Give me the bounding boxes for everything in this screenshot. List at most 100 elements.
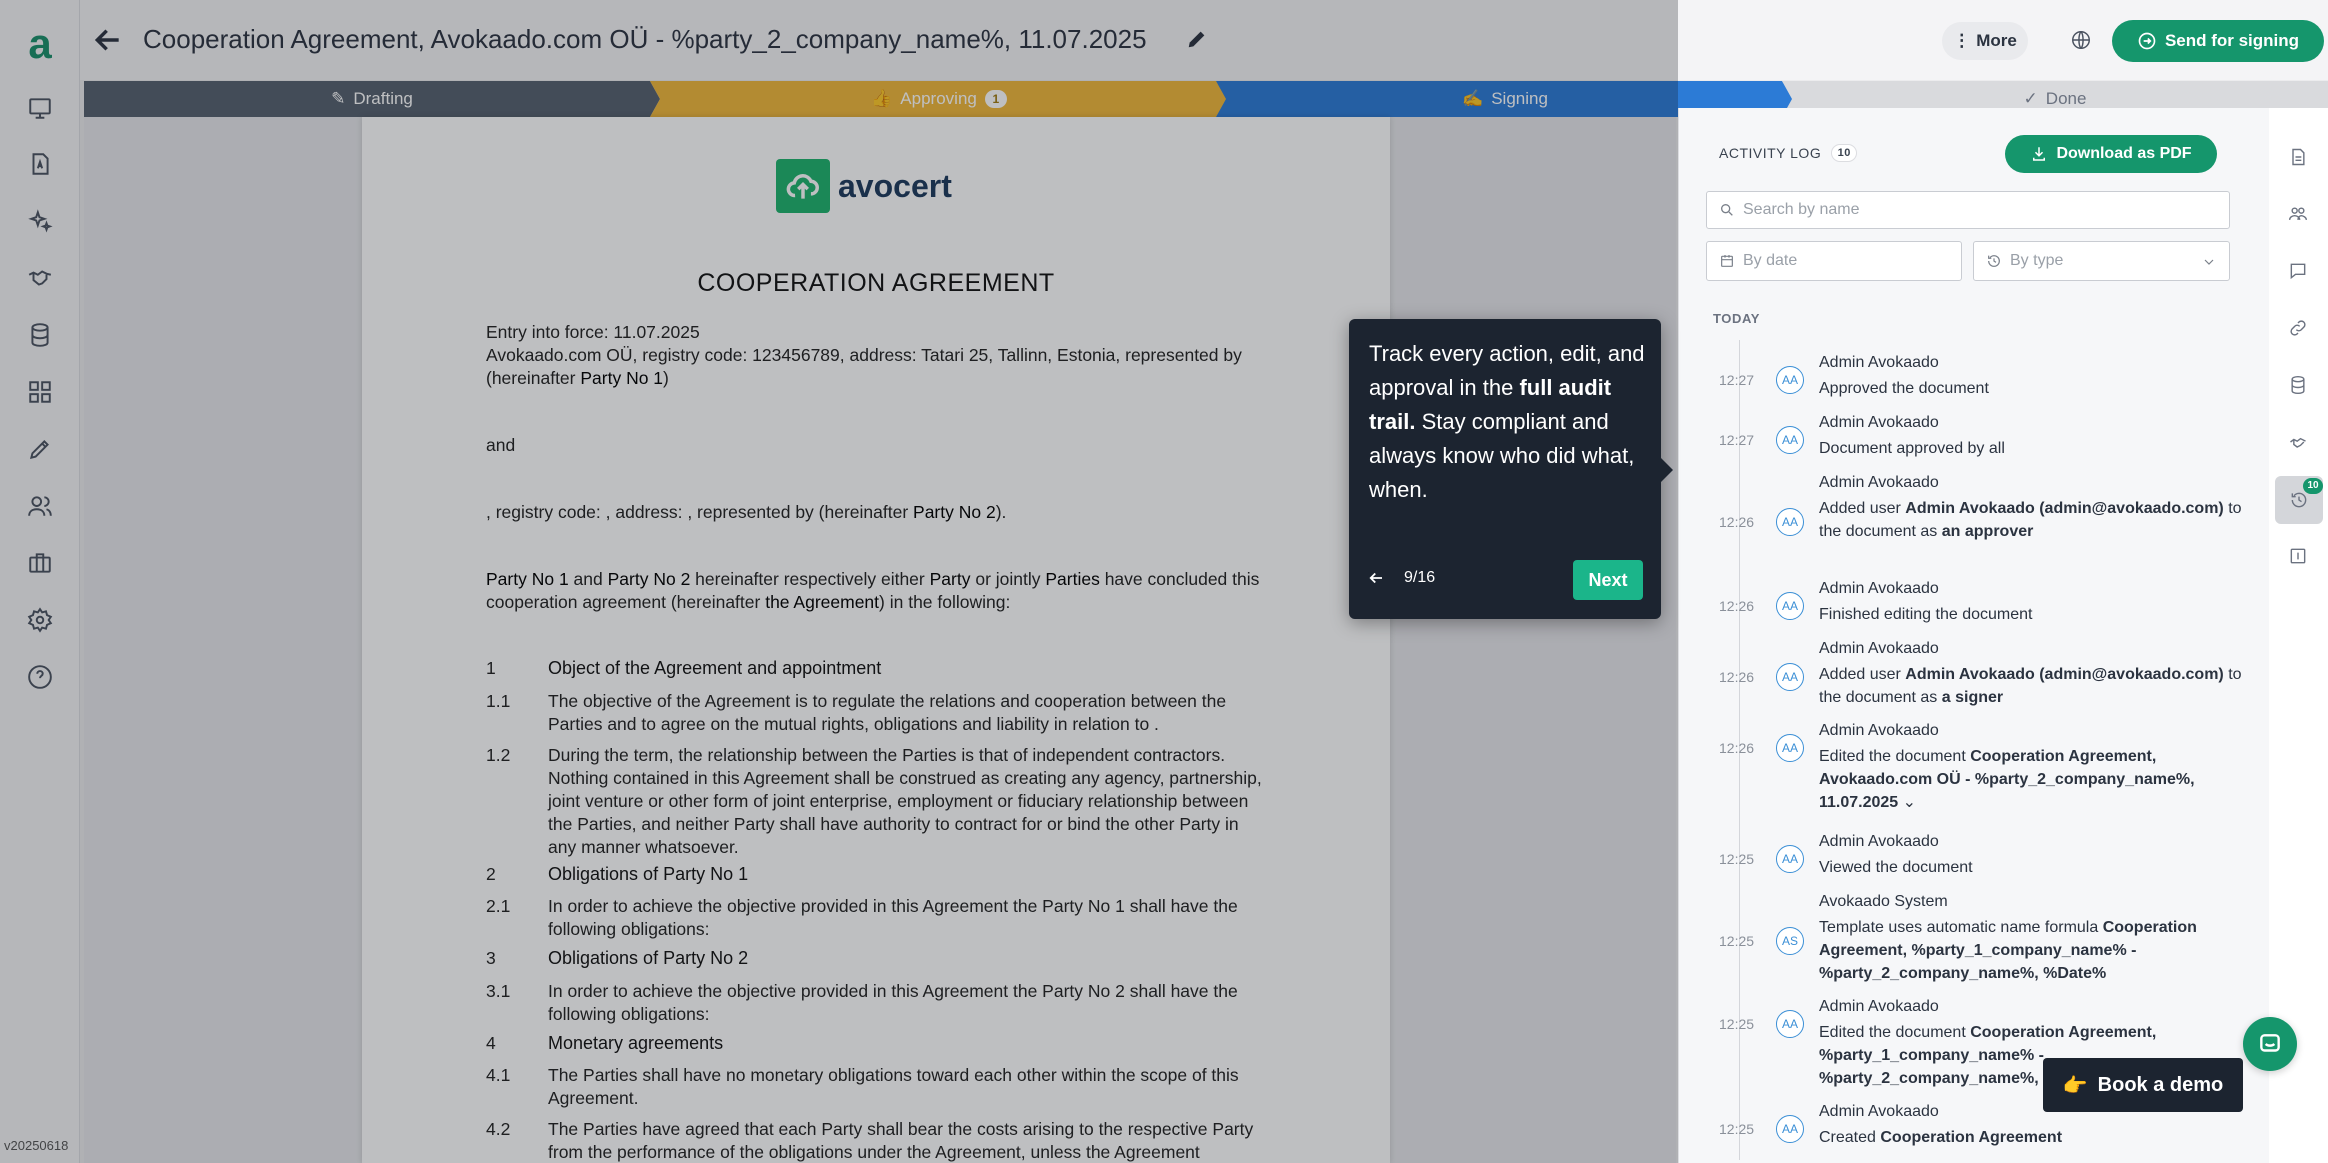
download-pdf-button[interactable]: Download as PDF bbox=[2005, 135, 2217, 173]
database-icon[interactable] bbox=[26, 321, 54, 349]
approving-count-badge: 1 bbox=[984, 90, 1007, 108]
clause-number: 2.1 bbox=[486, 896, 511, 916]
signature-pen-icon[interactable] bbox=[26, 435, 54, 463]
clause-line: following obligations: bbox=[548, 919, 710, 939]
document-title: Cooperation Agreement, Avokaado.com OÜ -… bbox=[143, 24, 1147, 54]
section-number: 2 bbox=[486, 864, 496, 884]
by-type-filter[interactable]: By type bbox=[1973, 241, 2230, 281]
avatar: AA bbox=[1776, 1115, 1804, 1143]
section-title: Monetary agreements bbox=[548, 1033, 724, 1053]
document-heading: COOPERATION AGREEMENT bbox=[697, 269, 1055, 297]
approvals-icon[interactable] bbox=[2283, 427, 2313, 457]
clause-line: The Parties shall have no monetary oblig… bbox=[548, 1065, 1239, 1085]
settings-gear-icon[interactable] bbox=[26, 606, 54, 634]
clause-line: Parties and to agree on the mutual right… bbox=[548, 714, 1159, 734]
download-icon bbox=[2033, 147, 2046, 161]
pencil-icon: ✎ bbox=[331, 89, 346, 108]
avatar: AA bbox=[1776, 663, 1804, 691]
edit-title-pencil-icon[interactable] bbox=[1186, 28, 1210, 52]
intro-line2: cooperation agreement (hereinafter the A… bbox=[486, 592, 1011, 612]
app-version: v20250618 bbox=[4, 1138, 69, 1153]
history-icon bbox=[1988, 255, 2000, 267]
tour-next-button[interactable]: Next bbox=[1573, 560, 1643, 600]
by-date-filter[interactable]: By date bbox=[1706, 241, 1962, 281]
sidebar-toggle-icon[interactable] bbox=[2283, 541, 2313, 571]
avatar: AA bbox=[1776, 734, 1804, 762]
step-approving[interactable]: 👍 Approving 1 bbox=[650, 81, 1228, 117]
clause-line: During the term, the relationship betwee… bbox=[548, 745, 1226, 765]
language-globe-icon[interactable] bbox=[2070, 29, 2094, 53]
clause-number: 1.1 bbox=[486, 691, 511, 711]
party2-line: , registry code: , address: , represente… bbox=[486, 502, 1007, 522]
documents-icon[interactable] bbox=[26, 150, 54, 178]
document-viewer[interactable]: avocert COOPERATION AGREEMENT Entry into… bbox=[84, 117, 1676, 1163]
avatar: AA bbox=[1776, 366, 1804, 394]
and-text: and bbox=[486, 435, 516, 455]
more-button[interactable]: ⋮ More bbox=[1942, 22, 2028, 60]
clause-line: In order to achieve the objective provid… bbox=[548, 981, 1238, 1001]
clause-line: joint venture or other form of joint ent… bbox=[548, 791, 1249, 811]
document-page[interactable]: avocert COOPERATION AGREEMENT Entry into… bbox=[362, 117, 1390, 1163]
handshake-icon[interactable] bbox=[26, 264, 54, 292]
tour-step-counter: 9/16 bbox=[1404, 569, 1436, 586]
participants-icon[interactable] bbox=[2283, 199, 2313, 229]
check-icon: ✓ bbox=[2023, 89, 2038, 108]
dashboard-icon[interactable] bbox=[26, 94, 54, 122]
clause-line: from the performance of the obligations … bbox=[548, 1142, 1200, 1162]
chat-icon bbox=[2260, 1034, 2280, 1052]
ai-sparkle-icon[interactable] bbox=[26, 207, 54, 235]
book-demo-button[interactable]: 👉 Book a demo bbox=[2043, 1058, 2243, 1112]
entry-into-force: Entry into force: 11.07.2025 bbox=[486, 322, 700, 342]
clause-line: following obligations: bbox=[548, 1004, 710, 1024]
search-by-name-input[interactable]: Search by name bbox=[1706, 191, 2230, 229]
document-info-icon[interactable] bbox=[2283, 142, 2313, 172]
section-title: Obligations of Party No 2 bbox=[548, 948, 749, 968]
clause-line: Nothing contained in this Agreement shal… bbox=[548, 768, 1262, 788]
expand-chevron-icon[interactable]: ⌄ bbox=[1903, 794, 1916, 811]
clause-line: In order to achieve the objective provid… bbox=[548, 896, 1238, 916]
thumbs-up-icon: 👍 bbox=[871, 89, 893, 108]
step-drafting[interactable]: ✎ Drafting bbox=[84, 81, 660, 117]
activity-log-title: ACTIVITY LOG 10 bbox=[1719, 144, 1858, 162]
calendar-icon bbox=[1721, 255, 1733, 267]
clause-number: 4.1 bbox=[486, 1065, 511, 1085]
app-logo[interactable]: a bbox=[22, 23, 58, 65]
clause-line: The objective of the Agreement is to reg… bbox=[548, 691, 1227, 711]
tour-prev-arrow-icon[interactable] bbox=[1367, 569, 1387, 589]
more-dots-icon: ⋮ bbox=[1953, 31, 1971, 50]
users-icon[interactable] bbox=[26, 492, 54, 520]
activity-count-badge: 10 bbox=[1831, 144, 1858, 162]
help-icon[interactable] bbox=[26, 663, 54, 691]
clause-line: the Parties, and neither Party shall hav… bbox=[548, 814, 1239, 834]
party1-line2: (hereinafter Party No 1) bbox=[486, 368, 669, 388]
send-for-signing-button[interactable]: Send for signing bbox=[2112, 20, 2324, 62]
chat-widget-button[interactable] bbox=[2243, 1017, 2297, 1071]
clause-line: The Parties have agreed that each Party … bbox=[548, 1119, 1254, 1139]
section-number: 4 bbox=[486, 1033, 496, 1053]
activity-history-icon[interactable]: 10 bbox=[2275, 476, 2323, 524]
back-arrow-icon[interactable] bbox=[92, 24, 126, 58]
avatar: AS bbox=[1776, 927, 1804, 955]
tour-tooltip: Track every action, edit, and approval i… bbox=[1349, 319, 1673, 619]
top-bar: Cooperation Agreement, Avokaado.com OÜ -… bbox=[80, 0, 2328, 80]
briefcase-icon[interactable] bbox=[26, 549, 54, 577]
avatar: AA bbox=[1776, 508, 1804, 536]
clause-line: Agreement. bbox=[548, 1088, 639, 1108]
avatar: AA bbox=[1776, 845, 1804, 873]
avatar: AA bbox=[1776, 592, 1804, 620]
activity-log: ACTIVITY LOG 10 Download as PDF Search by… bbox=[1679, 108, 2269, 1163]
document-logo: avocert bbox=[776, 159, 952, 213]
activity-badge: 10 bbox=[2303, 478, 2323, 494]
comments-icon[interactable] bbox=[2283, 256, 2313, 286]
clause-line: any manner whatsoever. bbox=[548, 837, 739, 857]
cloud-upload-icon bbox=[776, 159, 830, 213]
party1-line: Avokaado.com OÜ, registry code: 12345678… bbox=[486, 345, 1242, 365]
chevron-down-icon bbox=[2204, 259, 2214, 265]
apps-grid-icon[interactable] bbox=[26, 378, 54, 406]
signature-icon: ✍ bbox=[1462, 89, 1484, 108]
link-icon[interactable] bbox=[2283, 313, 2313, 343]
database-icon[interactable] bbox=[2283, 370, 2313, 400]
section-today: TODAY bbox=[1713, 311, 1761, 326]
avatar: AA bbox=[1776, 1010, 1804, 1038]
intro-line1: Party No 1 and Party No 2 hereinafter re… bbox=[486, 569, 1260, 589]
